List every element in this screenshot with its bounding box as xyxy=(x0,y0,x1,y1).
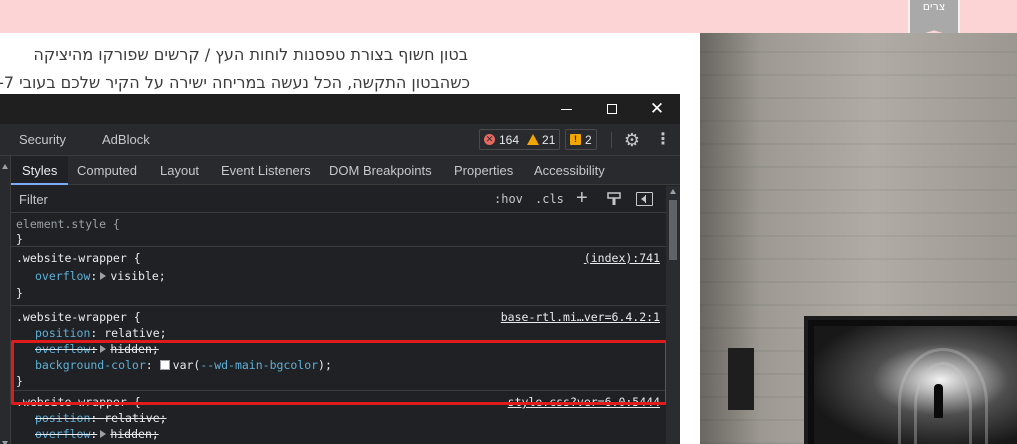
position-property-value-struck[interactable]: relative; xyxy=(104,411,166,425)
more-options-icon[interactable]: ⋮ xyxy=(653,130,673,150)
overflow-property-name[interactable]: overflow xyxy=(35,269,90,283)
maximize-button[interactable] xyxy=(589,94,635,124)
paint-brush-svg xyxy=(607,192,621,205)
element-style-rule: element.style { } xyxy=(11,214,666,247)
rule-base-position-declaration[interactable]: position: relative; xyxy=(35,325,167,341)
tab-dom-breakpoints[interactable]: DOM Breakpoints xyxy=(329,156,432,185)
overflow-property-value-struck-2[interactable]: hidden; xyxy=(110,427,158,441)
bgcolor-property-name[interactable]: background-color xyxy=(35,358,146,372)
expand-arrow-icon[interactable] xyxy=(100,345,107,353)
rule-index-close: } xyxy=(16,286,23,300)
caret-up-icon xyxy=(2,164,8,169)
gear-icon[interactable]: ⚙ xyxy=(622,130,642,150)
devtools-main-tabs: Security AdBlock ✕ 164 21 ! 2 ⚙ ⋮ xyxy=(0,124,680,156)
elements-sidebar-tabs: Styles Computed Layout Event Listeners D… xyxy=(0,156,680,185)
paint-brush-icon[interactable] xyxy=(607,192,621,206)
rule-base-selector-line: .website-wrapper { xyxy=(16,309,141,325)
rule-base-source-link[interactable]: base-rtl.mi…ver=6.4.2:1 xyxy=(501,309,660,325)
rule-style-selector-line: .website-wrapper { xyxy=(16,394,141,410)
rule-base-close: } xyxy=(16,374,23,388)
hov-toggle-button[interactable]: :hov xyxy=(494,192,523,206)
tunnel-arch-inner xyxy=(914,362,972,444)
scrollbar-thumb[interactable] xyxy=(669,200,677,260)
error-icon: ✕ xyxy=(484,134,495,145)
position-property-name[interactable]: position xyxy=(35,326,90,340)
scroll-up-arrow-icon[interactable] xyxy=(670,189,676,194)
close-icon: ✕ xyxy=(649,99,665,118)
overflow-property-name-struck-2[interactable]: overflow xyxy=(35,427,90,441)
warning-count: 21 xyxy=(542,132,556,147)
position-property-value[interactable]: relative; xyxy=(104,326,166,340)
tab-event-listeners[interactable]: Event Listeners xyxy=(221,156,311,185)
style-rule-base-rtl: .website-wrapper { base-rtl.mi…ver=6.4.2… xyxy=(11,307,666,391)
rule-index-selector[interactable]: .website-wrapper { xyxy=(16,251,141,265)
overflow-property-name-struck[interactable]: overflow xyxy=(35,342,90,356)
rule-style-selector[interactable]: .website-wrapper { xyxy=(16,395,141,409)
rule-base-selector[interactable]: .website-wrapper { xyxy=(16,310,141,324)
tab-properties[interactable]: Properties xyxy=(454,156,513,185)
issue-icon: ! xyxy=(570,134,581,145)
site-paragraph-line-2: כשהבטון התקשה, הכל נעשה במריחה ישירה על … xyxy=(0,73,470,92)
devtools-window: ✕ Security AdBlock ✕ 164 21 ! 2 ⚙ ⋮ Styl… xyxy=(0,94,680,444)
minimize-button[interactable] xyxy=(543,94,589,124)
rule-style-position-declaration[interactable]: position: relative; xyxy=(35,410,167,426)
console-counts-button[interactable]: ✕ 164 21 xyxy=(479,129,561,150)
css-variable-name[interactable]: --wd-main-bgcolor xyxy=(200,358,318,372)
window-titlebar: ✕ xyxy=(0,94,680,124)
minimize-icon xyxy=(560,108,572,110)
tab-adblock[interactable]: AdBlock xyxy=(102,124,150,156)
bgcolor-property-value[interactable]: var(--wd-main-bgcolor); xyxy=(173,358,332,372)
overflow-property-value[interactable]: visible; xyxy=(110,269,165,283)
rule-index-source-link[interactable]: (index):741 xyxy=(584,250,660,266)
cls-toggle-button[interactable]: .cls xyxy=(535,192,564,206)
expand-arrow-icon[interactable] xyxy=(100,272,107,280)
rule-style-source-link[interactable]: style.css?ver=6.0:5444 xyxy=(508,394,660,410)
rule-index-overflow-declaration[interactable]: overflow: visible; xyxy=(35,268,166,284)
rule-style-overflow-declaration[interactable]: overflow: hidden; xyxy=(35,426,159,442)
element-style-selector[interactable]: element.style { xyxy=(16,217,120,231)
toggle-sidebar-arrow xyxy=(641,196,645,202)
overflow-property-value-struck[interactable]: hidden; xyxy=(110,342,158,356)
issues-button[interactable]: ! 2 xyxy=(565,129,597,150)
rule-base-bgcolor-declaration[interactable]: background-color: var(--wd-main-bgcolor)… xyxy=(35,357,332,373)
walking-figure xyxy=(934,384,943,418)
close-button[interactable]: ✕ xyxy=(634,94,680,124)
styles-filter-input[interactable] xyxy=(11,186,481,213)
styles-scrollbar[interactable] xyxy=(666,186,680,444)
tab-styles[interactable]: Styles xyxy=(11,156,69,185)
site-paragraph-line-1: בטון חשוף בצורת טפסנות לוחות העץ / קרשים… xyxy=(33,45,468,64)
warning-icon xyxy=(527,134,540,145)
dom-tree-edge[interactable] xyxy=(0,156,11,444)
rule-base-overflow-declaration[interactable]: overflow: hidden; xyxy=(35,341,159,357)
tab-accessibility[interactable]: Accessibility xyxy=(534,156,605,185)
toolbar-divider xyxy=(611,132,612,148)
error-count: 164 xyxy=(499,132,520,147)
new-style-rule-icon[interactable]: + xyxy=(576,187,588,210)
styles-rules-pane: element.style { } .website-wrapper { (in… xyxy=(11,214,666,444)
tab-security[interactable]: Security xyxy=(19,124,66,156)
site-top-bar xyxy=(0,0,1017,33)
issue-count: 2 xyxy=(585,132,592,147)
rule-index-selector-line: .website-wrapper { xyxy=(16,250,141,266)
wall-photo xyxy=(700,33,1017,444)
tab-layout[interactable]: Layout xyxy=(160,156,199,185)
style-rule-index: .website-wrapper { (index):741 overflow:… xyxy=(11,248,666,306)
expand-arrow-icon[interactable] xyxy=(100,430,107,438)
toggle-sidebar-icon[interactable] xyxy=(636,192,653,206)
element-style-selector-line: element.style { xyxy=(16,216,120,232)
position-property-name-struck[interactable]: position xyxy=(35,411,90,425)
wall-switch-box xyxy=(728,348,754,410)
tab-computed[interactable]: Computed xyxy=(77,156,137,185)
element-style-close: } xyxy=(16,232,23,246)
style-rule-style-css: .website-wrapper { style.css?ver=6.0:544… xyxy=(11,392,666,444)
tv-screen-image xyxy=(814,326,1017,444)
tv-frame xyxy=(804,316,1017,444)
styles-filter-bar: :hov .cls + xyxy=(11,186,666,213)
maximize-icon xyxy=(607,104,617,114)
color-swatch-icon[interactable] xyxy=(159,360,170,370)
